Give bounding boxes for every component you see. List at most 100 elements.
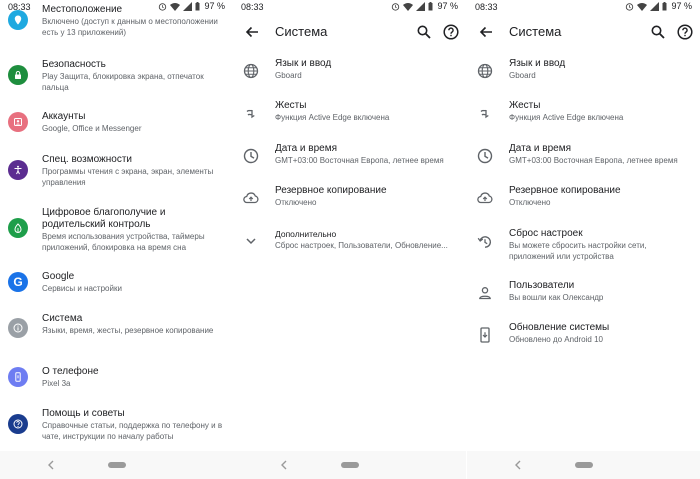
system-item-subtitle: Функция Active Edge включена: [275, 113, 390, 122]
system-item-backup[interactable]: Резервное копирование Отключено: [467, 185, 700, 211]
backup-icon: [243, 192, 259, 204]
system-item-subtitle: GMT+03:00 Восточная Европа, летнее время: [275, 156, 444, 165]
help-icon: [8, 414, 28, 434]
status-bar: 08:33 97 %: [467, 0, 700, 16]
settings-item-subtitle: Время использования устройства, таймеры …: [42, 232, 205, 252]
system-item-subtitle: Функция Active Edge включена: [509, 113, 624, 122]
settings-item-title: Помощь и советы: [42, 408, 125, 419]
settings-item-google[interactable]: G Google Сервисы и настройки: [0, 271, 233, 299]
clock-icon: [243, 148, 259, 164]
system-item-subtitle: Сброс настроек, Пользователи, Обновление…: [275, 241, 448, 250]
status-icons: 97 %: [391, 1, 458, 11]
settings-item-accessibility[interactable]: Спец. возможности Программы чтения с экр…: [0, 154, 233, 190]
clock-icon: [477, 148, 493, 164]
system-item-reset[interactable]: Сброс настроек Вы можете сбросить настро…: [467, 228, 700, 264]
help-icon[interactable]: [676, 23, 694, 41]
settings-item-subtitle: Включено (доступ к данным о местоположен…: [42, 17, 218, 37]
settings-item-accounts[interactable]: Аккаунты Google, Office и Messenger: [0, 111, 233, 139]
app-bar: Система: [467, 16, 700, 48]
wifi-icon: [403, 2, 414, 11]
gesture-icon: [480, 109, 489, 119]
info-icon: [8, 318, 28, 338]
settings-item-digital-wellbeing[interactable]: Цифровое благополучие и родительский кон…: [0, 207, 233, 252]
system-item-title: Жесты: [275, 100, 307, 111]
system-item-date-time[interactable]: Дата и время GMT+03:00 Восточная Европа,…: [467, 143, 700, 169]
settings-item-title: Цифровое благополучие и родительский кон…: [42, 207, 166, 230]
settings-item-subtitle: Сервисы и настройки: [42, 284, 122, 293]
nav-back-icon[interactable]: [279, 459, 289, 471]
search-icon[interactable]: [649, 23, 667, 41]
system-item-users[interactable]: Пользователи Вы вошли как Олександр: [467, 280, 700, 306]
status-time: 08:33: [241, 2, 264, 12]
back-arrow-icon[interactable]: [243, 23, 261, 41]
system-item-subtitle: Отключено: [509, 198, 551, 207]
nav-home-pill[interactable]: [341, 462, 359, 468]
battery-level: 97 %: [671, 1, 692, 11]
system-item-date-time[interactable]: Дата и время GMT+03:00 Восточная Европа,…: [233, 143, 466, 169]
chevron-down-icon: [246, 238, 256, 245]
system-item-subtitle: Вы можете сбросить настройки сети, прило…: [509, 241, 647, 261]
system-item-title: Жесты: [509, 100, 541, 111]
system-item-title: Язык и ввод: [275, 58, 332, 69]
settings-item-title: Спец. возможности: [42, 154, 132, 165]
navigation-bar: [467, 451, 700, 479]
system-item-title: Обновление системы: [509, 322, 610, 333]
account-icon: [8, 112, 28, 132]
battery-level: 97 %: [437, 1, 458, 11]
navigation-bar: [0, 451, 233, 479]
system-item-subtitle: Gboard: [275, 71, 302, 80]
system-item-subtitle: Вы вошли как Олександр: [509, 293, 604, 302]
settings-item-help[interactable]: Помощь и советы Справочные статьи, подде…: [0, 408, 233, 444]
accessibility-icon: [8, 160, 28, 180]
status-bar: 08:33 97 %: [233, 0, 466, 16]
alarm-icon: [626, 2, 634, 11]
help-icon[interactable]: [442, 23, 460, 41]
battery-icon: [662, 1, 667, 10]
backup-icon: [477, 192, 493, 204]
nav-home-pill[interactable]: [575, 462, 593, 468]
system-update-icon: [480, 327, 490, 343]
system-item-system-update[interactable]: Обновление системы Обновлено до Android …: [467, 322, 700, 348]
system-screen-expanded: 08:33 97 % Система Язык и ввод Gboard Же…: [467, 0, 700, 479]
nav-home-pill[interactable]: [108, 462, 126, 468]
settings-item-title: Безопасность: [42, 59, 106, 70]
status-time: 08:33: [475, 2, 498, 12]
settings-item-title: Аккаунты: [42, 111, 86, 122]
settings-item-subtitle: Play Защита, блокировка экрана, отпечато…: [42, 72, 204, 92]
system-item-language[interactable]: Язык и ввод Gboard: [467, 58, 700, 84]
system-screen-collapsed: 08:33 97 % Система Язык и ввод Gboard Же…: [233, 0, 466, 479]
navigation-bar: [233, 451, 466, 479]
settings-item-subtitle: Pixel 3a: [42, 379, 71, 388]
reset-icon: [477, 236, 492, 248]
settings-item-subtitle: Справочные статьи, поддержка по телефону…: [42, 421, 223, 441]
settings-item-system[interactable]: Система Языки, время, жесты, резервное к…: [0, 313, 233, 349]
settings-item-subtitle: Программы чтения с экрана, экран, элемен…: [42, 167, 214, 187]
system-item-backup[interactable]: Резервное копирование Отключено: [233, 185, 466, 211]
wifi-icon: [637, 2, 648, 11]
settings-item-title: Google: [42, 271, 75, 282]
system-item-subtitle: Отключено: [275, 198, 317, 207]
nav-back-icon[interactable]: [513, 459, 523, 471]
settings-item-title: Местоположение: [42, 4, 123, 15]
back-arrow-icon[interactable]: [477, 23, 495, 41]
location-icon: [8, 10, 28, 30]
system-item-title: Язык и ввод: [509, 58, 566, 69]
system-item-advanced[interactable]: Дополнительно Сброс настроек, Пользовате…: [233, 228, 466, 254]
alarm-icon: [392, 2, 400, 11]
settings-item-about-phone[interactable]: О телефоне Pixel 3a: [0, 366, 233, 394]
settings-item-security[interactable]: Безопасность Play Защита, блокировка экр…: [0, 59, 233, 95]
system-item-title: Пользователи: [509, 280, 575, 291]
search-icon[interactable]: [415, 23, 433, 41]
page-title: Система: [275, 24, 328, 39]
system-item-subtitle: Обновлено до Android 10: [509, 335, 603, 344]
system-item-language[interactable]: Язык и ввод Gboard: [233, 58, 466, 84]
system-item-gestures[interactable]: Жесты Функция Active Edge включена: [467, 100, 700, 126]
globe-icon: [477, 63, 493, 79]
nav-back-icon[interactable]: [46, 459, 56, 471]
settings-item-location[interactable]: Местоположение Включено (доступ к данным…: [0, 4, 233, 40]
system-item-gestures[interactable]: Жесты Функция Active Edge включена: [233, 100, 466, 126]
settings-item-subtitle: Google, Office и Messenger: [42, 124, 142, 133]
settings-item-subtitle: Языки, время, жесты, резервное копирован…: [42, 326, 214, 335]
settings-screen: 08:33 97 % Местоположение Включено (дост…: [0, 0, 233, 479]
system-item-title: Сброс настроек: [509, 228, 583, 239]
